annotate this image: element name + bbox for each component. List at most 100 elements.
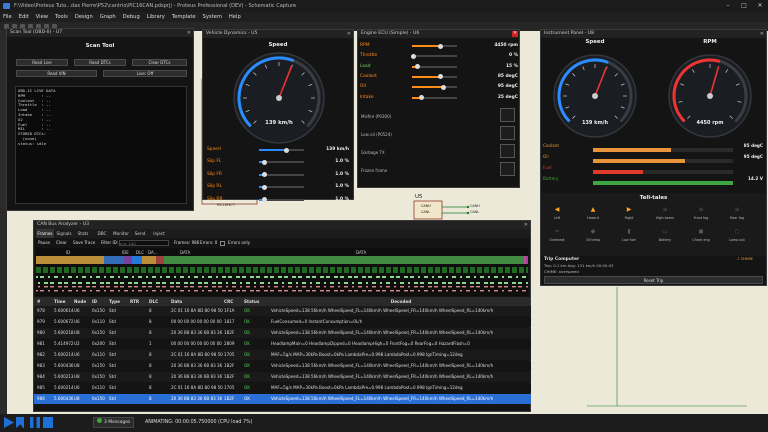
instrument-titlebar[interactable]: Instrument Panel - U8 ✕ xyxy=(541,30,766,38)
telltale-icon: ▭ xyxy=(662,228,668,235)
stop-icon[interactable] xyxy=(43,417,53,428)
col-header-id[interactable]: ID xyxy=(92,297,109,306)
tab-signals[interactable]: Signals xyxy=(55,229,73,238)
table-row[interactable]: 978 5.600614 U6 0x150 Std 8 2C 01 16 8A 8D 80 … xyxy=(34,306,531,316)
filter-id-input[interactable] xyxy=(119,240,169,246)
col-header-type[interactable]: Type xyxy=(109,297,129,306)
col-header-decoded[interactable]: Decoded xyxy=(271,297,531,306)
canl-trace xyxy=(302,286,304,288)
table-row[interactable]: 982 5.600214 U6 0x110 Std 8 2C 01 16 8A 8D 80 … xyxy=(34,350,531,360)
menu-design[interactable]: Design xyxy=(75,12,93,22)
canl-trace xyxy=(504,286,506,288)
ecu-slider-knob[interactable] xyxy=(437,74,443,80)
canl-trace xyxy=(460,290,462,292)
menu-library[interactable]: Library xyxy=(147,12,165,22)
step-icon[interactable] xyxy=(16,417,24,428)
tab-send[interactable]: Send xyxy=(131,229,149,238)
can-titlebar[interactable]: CAN Bus Analyzer - U3 ✕ xyxy=(34,221,530,229)
col-header-data[interactable]: Data xyxy=(171,297,223,306)
canl-trace xyxy=(190,286,192,288)
vehicle-slider-knob[interactable] xyxy=(284,147,289,153)
play-icon[interactable] xyxy=(4,417,14,428)
ecu-toggle-button[interactable] xyxy=(500,162,515,176)
pause-icon[interactable] xyxy=(30,417,40,428)
canl-trace xyxy=(342,290,344,292)
bit-cell xyxy=(197,267,202,273)
errors-only-checkbox[interactable] xyxy=(220,240,225,246)
ecu-toggle-button[interactable] xyxy=(500,108,515,122)
canh-trace xyxy=(382,276,384,278)
pause-button[interactable]: Pause xyxy=(38,238,50,248)
col-header-crc[interactable]: CRC xyxy=(224,297,244,306)
telltale-check-eng: ◼ Check eng xyxy=(691,229,711,243)
menu-system[interactable]: System xyxy=(203,12,222,22)
menu-file[interactable]: File xyxy=(3,12,12,22)
menu-bar: File Edit View Tools Design Graph Debug Library… xyxy=(0,12,768,22)
menu-tools[interactable]: Tools xyxy=(55,12,68,22)
close-icon[interactable]: ✕ xyxy=(347,30,351,38)
read-live-button[interactable]: Read Live xyxy=(16,59,68,66)
col-header-node[interactable]: Node xyxy=(74,297,92,306)
menu-view[interactable]: View xyxy=(36,12,48,22)
col-header-num[interactable]: # xyxy=(37,297,53,306)
close-icon[interactable]: ✕ xyxy=(760,30,764,38)
clear-dtcs-button[interactable]: Clear DTCs xyxy=(132,59,187,66)
ecu-toggle-button[interactable] xyxy=(500,126,515,140)
read-dtcs-button[interactable]: Read DTCs xyxy=(74,59,126,66)
vehicle-slider-knob[interactable] xyxy=(261,172,267,178)
canl-trace xyxy=(196,290,198,292)
menu-graph[interactable]: Graph xyxy=(100,12,116,22)
menu-help[interactable]: Help xyxy=(229,12,241,22)
col-header-dlc[interactable]: DLC xyxy=(149,297,171,306)
canh-trace xyxy=(440,276,442,278)
menu-debug[interactable]: Debug xyxy=(123,12,140,22)
tab-dbc[interactable]: DBC xyxy=(93,229,111,238)
vehicle-slider-knob[interactable] xyxy=(261,159,267,165)
clear-button[interactable]: Clear xyxy=(56,238,67,248)
table-row[interactable]: 985 5.600214 U6 0x110 Std 8 2C 01 16 8A 8D 80 … xyxy=(34,383,531,393)
canh-trace xyxy=(240,282,242,284)
scan-tool-titlebar[interactable]: Scan Tool (OBD-II) - U7 ✕ xyxy=(7,29,193,37)
table-row[interactable]: 981 5.414972 U2 0x200 Std 1 00 00 00 00 00 00 … xyxy=(34,339,531,349)
table-row[interactable]: 980 5.600218 U8 0x150 Std 8 20 36 B8 83 36 6B … xyxy=(34,328,531,338)
tab-inject[interactable]: Inject xyxy=(150,229,168,238)
close-icon[interactable]: ✕ xyxy=(524,221,528,229)
table-row[interactable]: 983 5.600436 U8 0x150 Std 8 20 36 B8 83 36 6B … xyxy=(34,361,531,371)
ecu-slider-knob[interactable] xyxy=(410,53,416,59)
bit-cell xyxy=(225,267,230,273)
menu-edit[interactable]: Edit xyxy=(19,12,29,22)
table-row[interactable]: 979 5.600672 U6 0x110 Std 8 00 00 00 00 00 00 … xyxy=(34,317,531,327)
live-toggle-button[interactable]: Live: Off xyxy=(103,70,187,77)
ecu-slider-knob[interactable] xyxy=(415,64,421,70)
ecu-toggle-button[interactable] xyxy=(500,144,515,158)
table-row[interactable]: 986 5.600436 U8 0x150 Std 8 20 36 B8 83 36 6B … xyxy=(34,394,531,404)
vehicle-titlebar[interactable]: Vehicle Dynamics - U5 ✕ xyxy=(203,30,353,38)
messages-badge[interactable]: 3 Messages xyxy=(93,417,135,428)
vehicle-slider-knob[interactable] xyxy=(261,197,267,203)
tab-stats[interactable]: Stats xyxy=(74,229,92,238)
tab-frames[interactable]: Frames xyxy=(36,229,54,238)
close-icon[interactable]: ✕ xyxy=(512,31,518,37)
read-vin-button[interactable]: Read VIN xyxy=(16,70,97,77)
canl-trace xyxy=(500,286,502,288)
ecu-titlebar[interactable]: Engine ECU (Simple) - U6 ✕ xyxy=(358,30,519,38)
menu-template[interactable]: Template xyxy=(172,12,196,22)
canh-trace xyxy=(384,276,386,278)
col-header-status[interactable]: Status xyxy=(244,297,271,306)
minimize-icon[interactable]: – xyxy=(720,0,736,12)
save-trace-button[interactable]: Save Trace xyxy=(73,238,95,248)
reset-trip-button[interactable]: Reset Trip xyxy=(544,276,763,284)
cell-status: OK xyxy=(244,385,250,390)
ecu-slider-knob[interactable] xyxy=(437,43,443,49)
col-header-time[interactable]: Time xyxy=(54,297,74,306)
maximize-icon[interactable]: □ xyxy=(736,0,752,12)
canh-trace xyxy=(120,282,122,284)
vehicle-slider-knob[interactable] xyxy=(261,184,267,190)
table-row[interactable]: 984 5.600213 U8 0x150 Std 8 20 36 B8 83 36 6B … xyxy=(34,372,531,382)
close-icon[interactable]: ✕ xyxy=(187,29,191,37)
close-icon[interactable]: ✕ xyxy=(752,0,768,12)
ecu-slider-knob[interactable] xyxy=(419,95,424,100)
ecu-slider-knob[interactable] xyxy=(440,84,446,90)
tab-monitor[interactable]: Monitor xyxy=(112,229,130,238)
col-header-rtr[interactable]: RTR xyxy=(130,297,149,306)
